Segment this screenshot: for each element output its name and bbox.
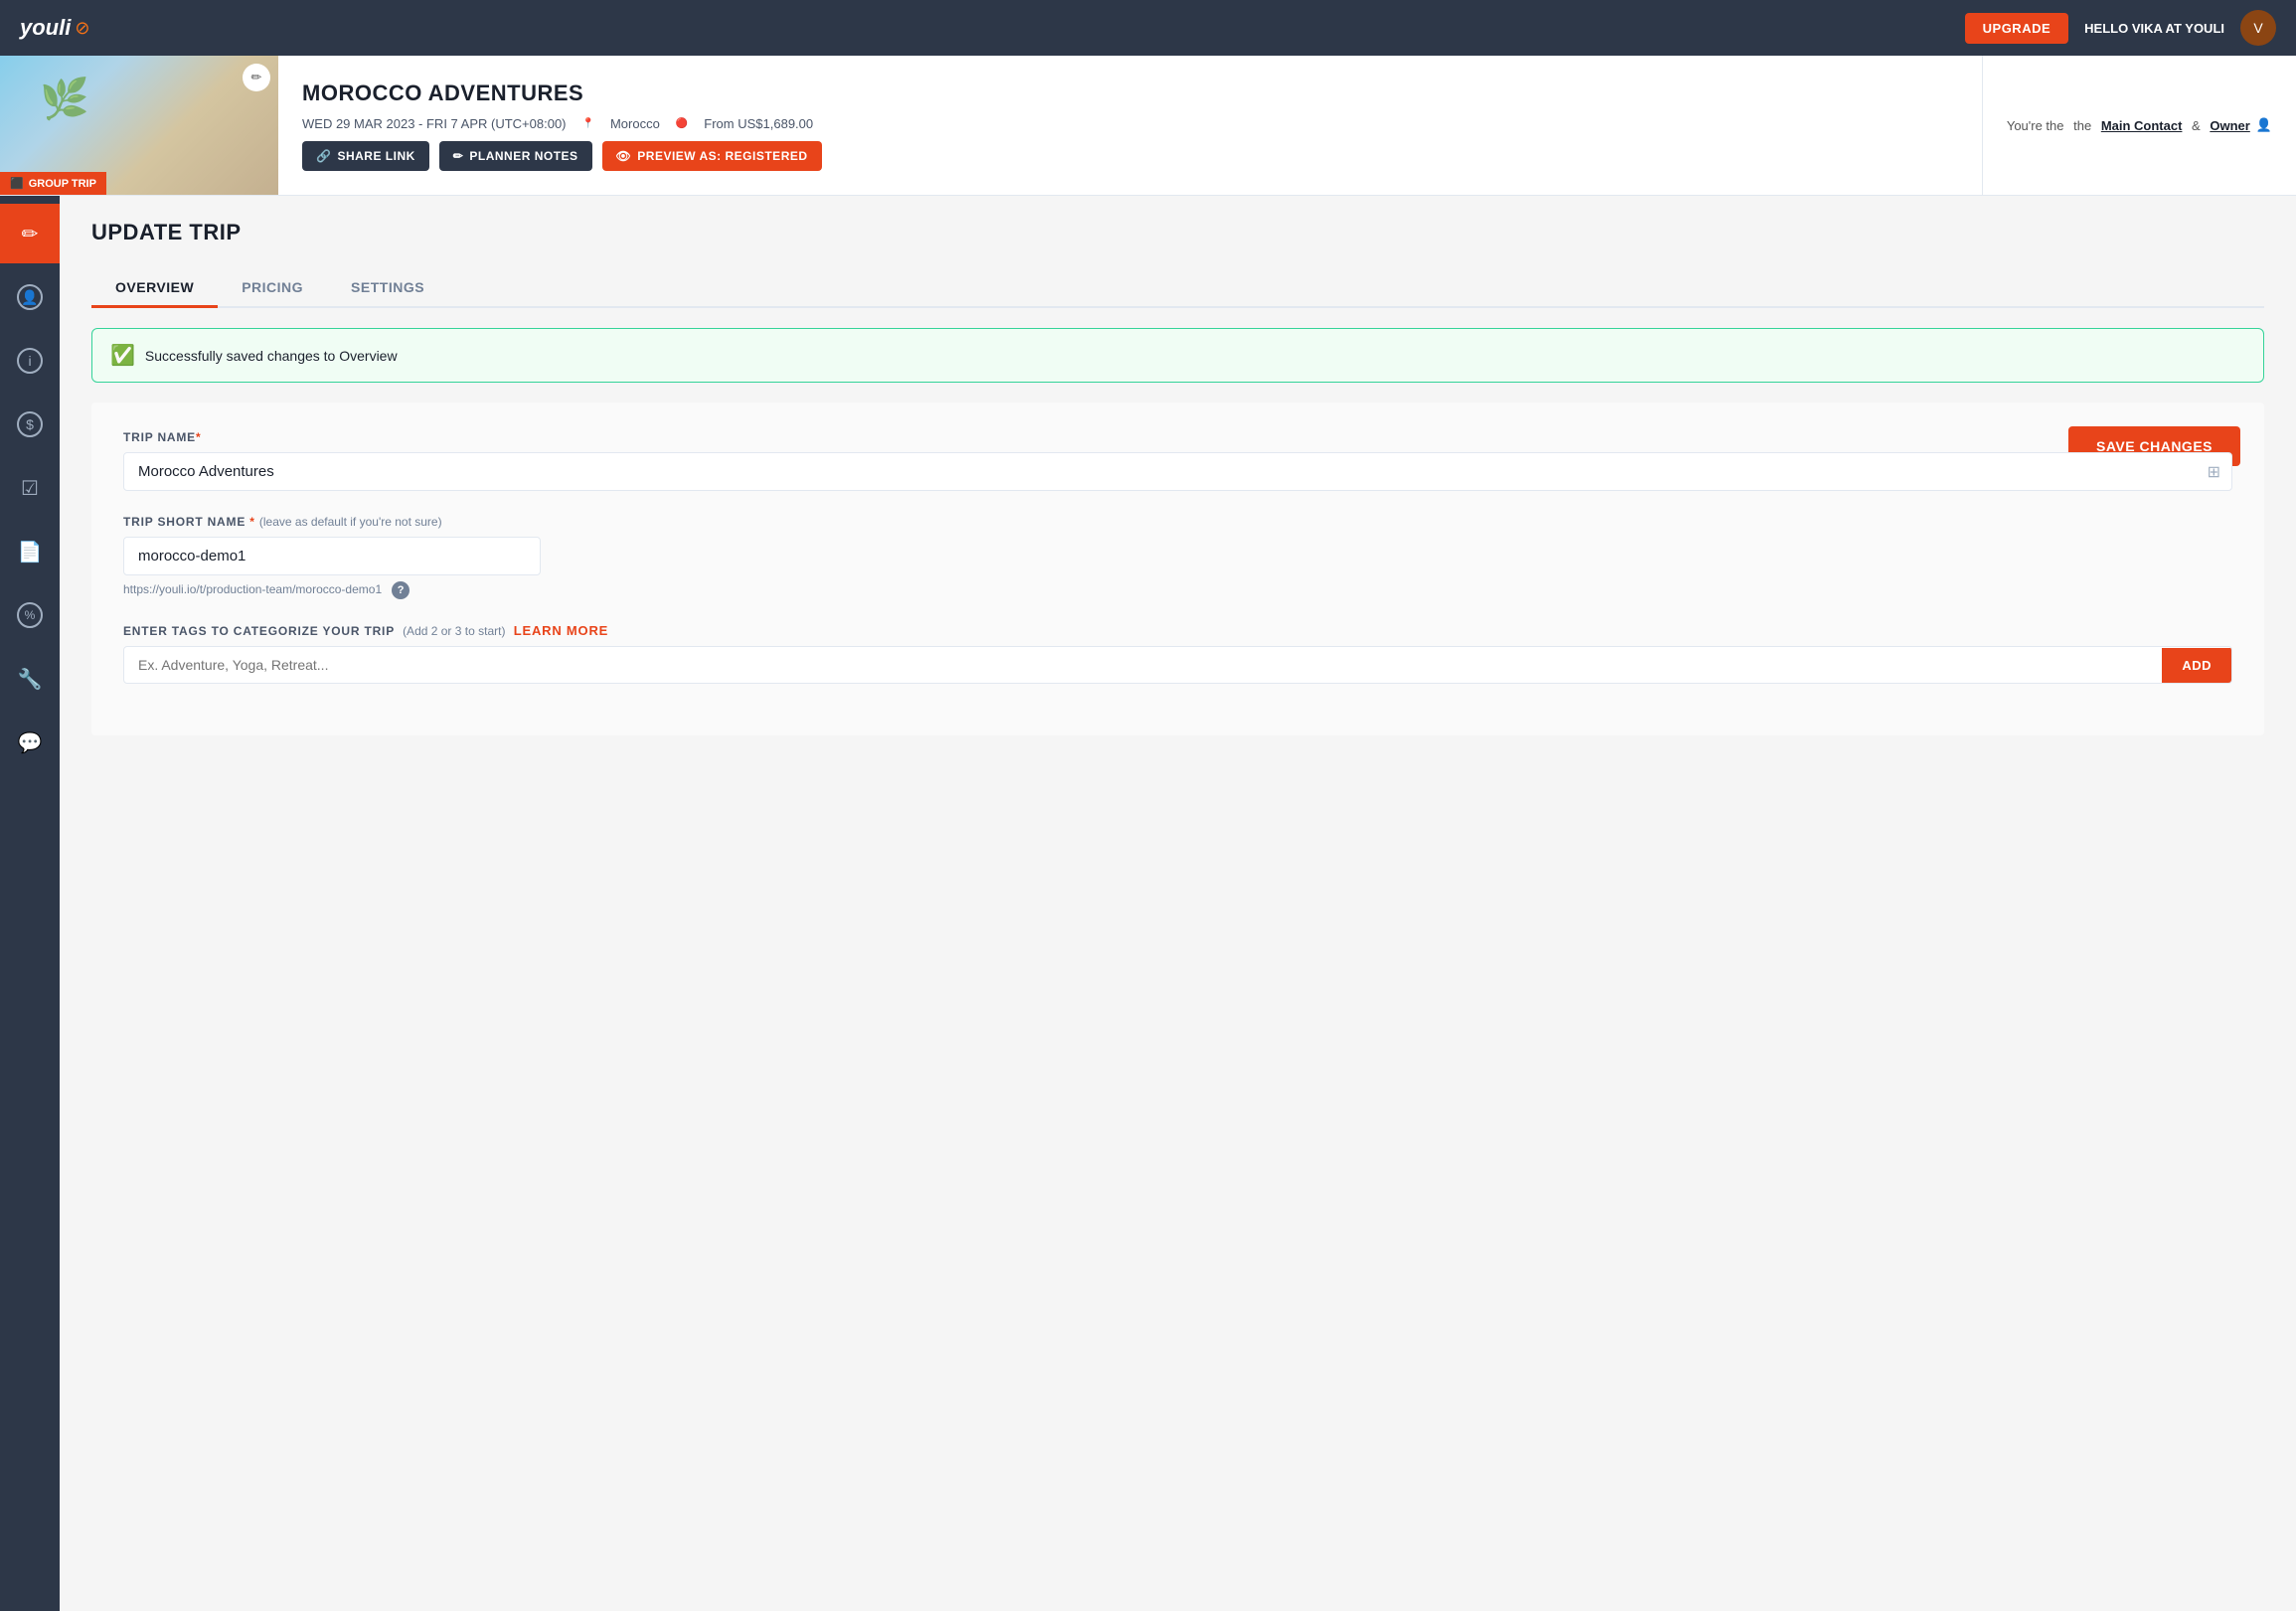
content-area: UPDATE TRIP OVERVIEW PRICING SETTINGS ✅ … — [60, 196, 2296, 1611]
success-banner: ✅ Successfully saved changes to Overview — [91, 328, 2264, 383]
group-trip-icon: ⬛ — [10, 177, 24, 190]
share-link-label: SHARE LINK — [337, 149, 414, 163]
content-inner: UPDATE TRIP OVERVIEW PRICING SETTINGS ✅ … — [60, 196, 2296, 759]
planner-notes-button[interactable]: ✏ PLANNER NOTES — [439, 141, 592, 171]
sidebar-item-person[interactable]: 👤 — [0, 267, 60, 327]
user-greeting: HELLO VIKA AT YOULI — [2084, 21, 2224, 36]
trip-name-input-wrapper: ⊞ — [123, 452, 2232, 491]
trip-meta: WED 29 MAR 2023 - FRI 7 APR (UTC+08:00) … — [302, 116, 1958, 131]
preview-label: PREVIEW AS: REGISTERED — [637, 149, 807, 163]
main-contact-link[interactable]: Main Contact — [2101, 118, 2183, 133]
main-layout: ✏ 👤 i $ ☑ 📄 % 🔧 💬 UPDATE TRIP — [0, 196, 2296, 1611]
trip-image: 🌿 ✏ ⬛ GROUP TRIP — [0, 56, 278, 195]
trip-header: 🌿 ✏ ⬛ GROUP TRIP MOROCCO ADVENTURES WED … — [0, 56, 2296, 196]
trip-name-group: TRIP NAME* ⊞ — [123, 430, 2232, 491]
share-link-button[interactable]: 🔗 SHARE LINK — [302, 141, 429, 171]
sidebar-item-dollar[interactable]: $ — [0, 395, 60, 454]
info-circle-icon: i — [17, 348, 43, 374]
price-icon: 🔴 — [676, 118, 688, 129]
decorative-art: 🌿 — [40, 76, 89, 122]
sidebar-item-chat[interactable]: 💬 — [0, 713, 60, 772]
tab-settings[interactable]: SETTINGS — [327, 269, 448, 308]
trip-name-input[interactable] — [123, 452, 2232, 491]
sidebar-item-settings[interactable]: 🔧 — [0, 649, 60, 709]
navbar: youli ⊘ UPGRADE HELLO VIKA AT YOULI V — [0, 0, 2296, 56]
add-tag-button[interactable]: ADD — [2162, 648, 2231, 683]
trip-short-name-hint: (leave as default if you're not sure) — [259, 515, 442, 529]
edit-image-button[interactable]: ✏ — [243, 64, 270, 91]
success-message: Successfully saved changes to Overview — [145, 348, 398, 364]
logo-text: youli — [20, 15, 71, 41]
pencil-icon: ✏ — [453, 149, 464, 163]
form-card: SAVE CHANGES TRIP NAME* ⊞ TRIP SHORT NAM… — [91, 403, 2264, 735]
trip-actions: 🔗 SHARE LINK ✏ PLANNER NOTES 👁 PREVIEW A… — [302, 141, 1958, 171]
trip-short-name-label: TRIP SHORT NAME * (leave as default if y… — [123, 515, 2232, 529]
required-indicator: * — [196, 430, 201, 444]
chat-icon: 💬 — [18, 730, 43, 755]
sidebar-item-checklist[interactable]: ☑ — [0, 458, 60, 518]
checklist-icon: ☑ — [21, 476, 39, 501]
success-check-icon: ✅ — [110, 343, 135, 368]
tabs: OVERVIEW PRICING SETTINGS — [91, 269, 2264, 308]
location-icon: 📍 — [582, 118, 594, 129]
trip-info: MOROCCO ADVENTURES WED 29 MAR 2023 - FRI… — [278, 56, 1982, 195]
sidebar: ✏ 👤 i $ ☑ 📄 % 🔧 💬 — [0, 196, 60, 1611]
group-trip-badge: ⬛ GROUP TRIP — [0, 172, 106, 195]
sidebar-item-discount[interactable]: % — [0, 585, 60, 645]
tags-input-wrapper: ADD — [123, 646, 2232, 684]
page-title: UPDATE TRIP — [91, 220, 2264, 245]
person-circle-icon: 👤 — [17, 284, 43, 310]
trip-title: MOROCCO ADVENTURES — [302, 81, 1958, 106]
owner-icon: 👤 — [2256, 117, 2272, 133]
tab-settings-label: SETTINGS — [351, 279, 424, 295]
trip-name-label: TRIP NAME* — [123, 430, 2232, 444]
preview-button[interactable]: 👁 PREVIEW AS: REGISTERED — [602, 141, 822, 171]
navbar-right: UPGRADE HELLO VIKA AT YOULI V — [1965, 10, 2276, 46]
share-icon: 🔗 — [316, 149, 331, 163]
tab-pricing[interactable]: PRICING — [218, 269, 327, 308]
sidebar-item-doc[interactable]: 📄 — [0, 522, 60, 581]
tags-hint: (Add 2 or 3 to start) — [403, 624, 505, 638]
trip-url-hint: https://youli.io/t/production-team/moroc… — [123, 581, 2232, 599]
upgrade-button[interactable]: UPGRADE — [1965, 13, 2069, 44]
planner-notes-label: PLANNER NOTES — [469, 149, 577, 163]
table-icon: ⊞ — [2208, 462, 2220, 482]
dollar-circle-icon: $ — [17, 411, 43, 437]
logo-icon: ⊘ — [75, 18, 89, 39]
eye-icon: 👁 — [616, 149, 632, 163]
trip-dates: WED 29 MAR 2023 - FRI 7 APR (UTC+08:00) — [302, 116, 567, 131]
trip-short-name-group: TRIP SHORT NAME * (leave as default if y… — [123, 515, 2232, 599]
group-trip-label: GROUP TRIP — [29, 178, 96, 190]
help-icon[interactable]: ? — [392, 581, 410, 599]
tags-group: ENTER TAGS TO CATEGORIZE YOUR TRIP (Add … — [123, 623, 2232, 684]
sidebar-item-info[interactable]: i — [0, 331, 60, 391]
trip-location: Morocco — [610, 116, 660, 131]
trip-owner-info: You're the the Main Contact & Owner 👤 — [1982, 56, 2296, 195]
discount-icon: % — [17, 602, 43, 628]
owner-link[interactable]: Owner — [2210, 118, 2249, 133]
edit-icon: ✏ — [22, 222, 39, 246]
learn-more-link[interactable]: Learn More — [514, 623, 608, 638]
sidebar-item-edit[interactable]: ✏ — [0, 204, 60, 263]
tab-overview[interactable]: OVERVIEW — [91, 269, 218, 308]
owner-pre-text: You're the — [2007, 118, 2064, 133]
doc-icon: 📄 — [18, 540, 43, 564]
avatar: V — [2240, 10, 2276, 46]
tab-overview-label: OVERVIEW — [115, 279, 194, 295]
trip-price: From US$1,689.00 — [704, 116, 813, 131]
trip-url-text: https://youli.io/t/production-team/moroc… — [123, 582, 382, 596]
tags-input[interactable] — [124, 647, 2162, 683]
wrench-icon: 🔧 — [18, 667, 43, 692]
logo: youli ⊘ — [20, 15, 89, 41]
tags-label: ENTER TAGS TO CATEGORIZE YOUR TRIP (Add … — [123, 623, 2232, 638]
tab-pricing-label: PRICING — [242, 279, 303, 295]
required-indicator-2: * — [246, 515, 255, 529]
trip-short-name-input[interactable] — [123, 537, 541, 575]
